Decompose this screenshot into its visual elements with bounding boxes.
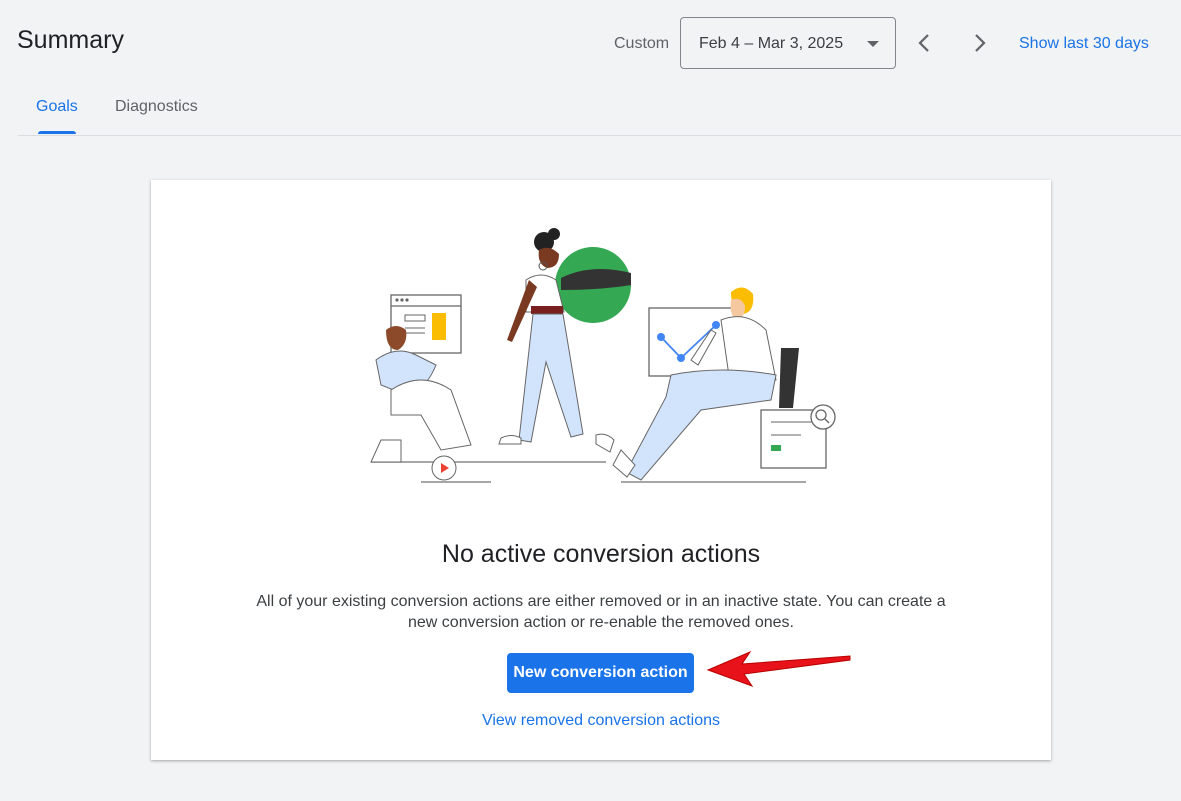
chevron-left-icon	[918, 34, 929, 52]
new-conversion-action-button[interactable]: New conversion action	[507, 653, 694, 693]
chevron-right-icon	[975, 34, 986, 52]
show-last-30-days-link[interactable]: Show last 30 days	[1019, 35, 1149, 53]
empty-state-illustration	[370, 228, 836, 483]
date-range-value: Feb 4 – Mar 3, 2025	[699, 35, 844, 52]
date-range-label: Custom	[614, 35, 670, 52]
next-period-button[interactable]	[963, 27, 995, 59]
previous-period-button[interactable]	[909, 27, 941, 59]
tab-bar: Goals Diagnostics	[18, 84, 1181, 136]
empty-state-card: No active conversion actions All of your…	[151, 180, 1051, 760]
date-range-dropdown[interactable]: Feb 4 – Mar 3, 2025	[680, 17, 896, 69]
active-tab-indicator	[38, 131, 76, 134]
caret-down-icon	[867, 41, 879, 47]
page-title: Summary	[17, 26, 124, 54]
empty-state-description: All of your existing conversion actions …	[256, 593, 946, 631]
annotation-arrow	[706, 650, 851, 687]
view-removed-conversion-actions-link[interactable]: View removed conversion actions	[151, 712, 1051, 730]
tab-diagnostics[interactable]: Diagnostics	[115, 98, 198, 116]
empty-state-title: No active conversion actions	[441, 540, 761, 568]
tab-goals[interactable]: Goals	[36, 98, 78, 116]
